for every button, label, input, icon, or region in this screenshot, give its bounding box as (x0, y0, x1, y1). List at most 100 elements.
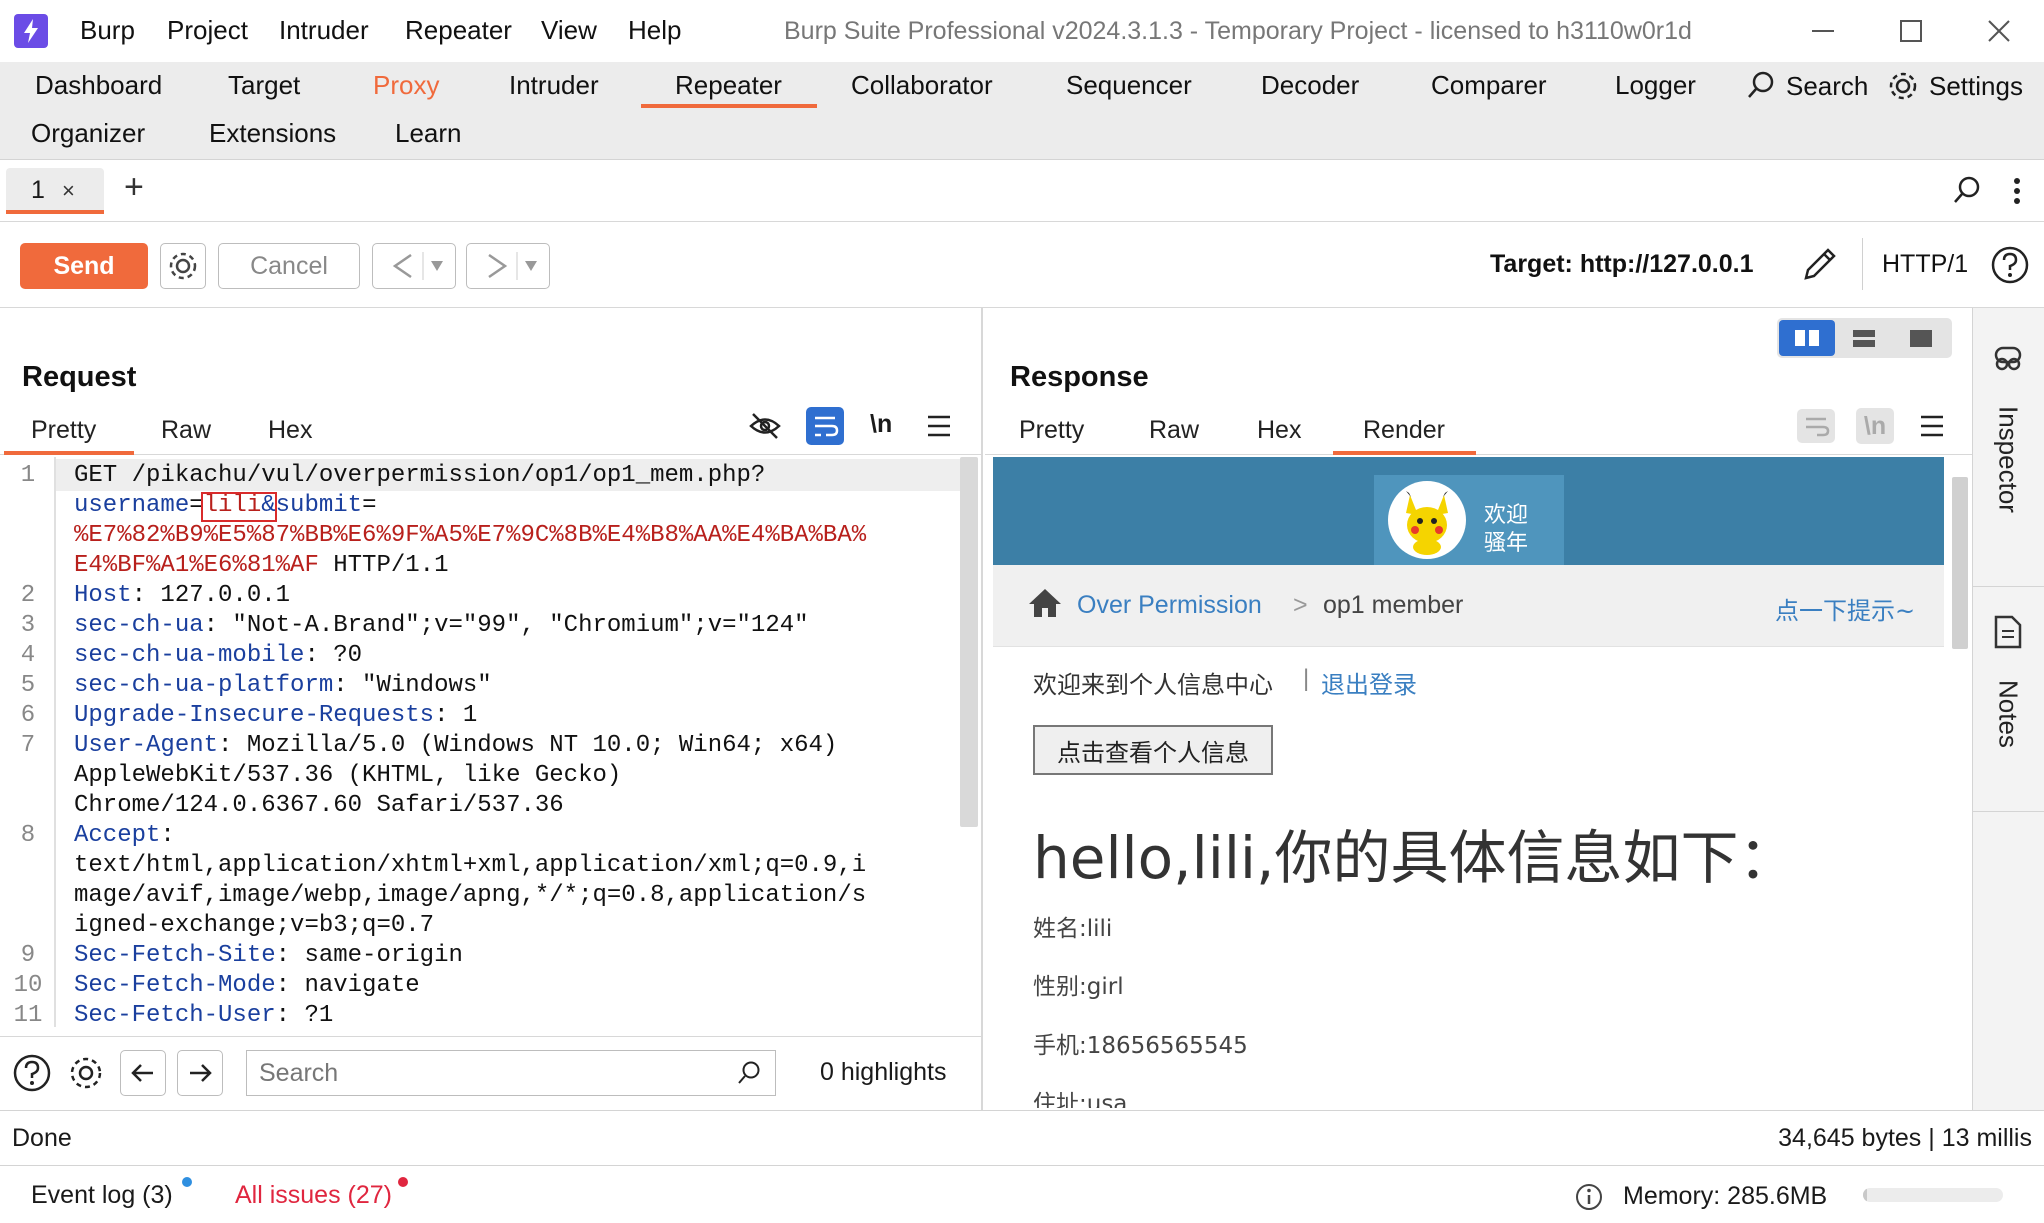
close-tab-icon[interactable]: × (62, 178, 75, 204)
response-newlines-icon[interactable]: \n (1856, 408, 1894, 444)
search-next-button[interactable] (177, 1050, 223, 1096)
request-line[interactable]: AppleWebKit/537.36 (KHTML, like Gecko) (8, 761, 963, 791)
response-wrap-lines-icon[interactable] (1797, 409, 1835, 443)
send-settings-button[interactable] (160, 243, 206, 289)
memory-info-icon[interactable] (1574, 1182, 1604, 1212)
hide-nonprintable-eye-icon[interactable] (748, 409, 782, 443)
tab-logger[interactable]: Logger (1615, 70, 1696, 101)
tab-target[interactable]: Target (228, 70, 300, 101)
help-icon[interactable] (1990, 245, 2030, 285)
tab-collaborator[interactable]: Collaborator (851, 70, 993, 101)
tab-comparer[interactable]: Comparer (1431, 70, 1547, 101)
layout-side-by-side-button[interactable] (1779, 320, 1835, 356)
request-line[interactable]: 10 Sec-Fetch-Mode: navigate (8, 971, 963, 1001)
all-issues-link[interactable]: All issues (27) (235, 1181, 392, 1210)
response-tab-pretty[interactable]: Pretty (1019, 416, 1084, 445)
menu-help[interactable]: Help (628, 15, 681, 46)
request-line[interactable]: 4 sec-ch-ua-mobile: ?0 (8, 641, 963, 671)
inspector-label[interactable]: Inspector (1990, 406, 2026, 546)
request-line[interactable]: 9 Sec-Fetch-Site: same-origin (8, 941, 963, 971)
line-content: User-Agent: Mozilla/5.0 (Windows NT 10.0… (48, 731, 837, 761)
request-tab-raw[interactable]: Raw (161, 416, 211, 445)
response-scrollbar[interactable] (1952, 477, 1968, 649)
breadcrumb-over-permission-link[interactable]: Over Permission (1077, 591, 1262, 620)
request-line[interactable]: 3 sec-ch-ua: "Not-A.Brand";v="99", "Chrom… (8, 611, 963, 641)
menu-project[interactable]: Project (167, 15, 248, 46)
edit-target-pencil-icon[interactable] (1798, 244, 1840, 286)
wrap-lines-icon[interactable] (806, 407, 844, 445)
request-menu-icon[interactable] (926, 414, 952, 438)
maximize-icon[interactable] (1894, 14, 1928, 48)
request-tab-pretty[interactable]: Pretty (31, 416, 96, 445)
request-help-icon[interactable] (12, 1053, 52, 1093)
tab-intruder[interactable]: Intruder (509, 70, 599, 101)
request-settings-gear-icon[interactable] (66, 1053, 106, 1093)
request-line[interactable]: 5 sec-ch-ua-platform: "Windows" (8, 671, 963, 701)
tab-search-icon[interactable] (1952, 175, 1982, 205)
request-line[interactable]: Chrome/124.0.6367.60 Safari/537.36 (8, 791, 963, 821)
tab-learn[interactable]: Learn (395, 118, 462, 149)
repeater-tab-label[interactable]: 1 (31, 176, 45, 205)
view-profile-button[interactable]: 点击查看个人信息 (1033, 725, 1273, 775)
request-line[interactable]: mage/avif,image/webp,image/apng,*/*;q=0.… (8, 881, 963, 911)
home-icon[interactable] (1027, 587, 1063, 619)
response-tab-render[interactable]: Render (1363, 416, 1445, 445)
line-number: 11 (13, 1002, 43, 1029)
tab-dashboard[interactable]: Dashboard (35, 70, 162, 101)
settings-label[interactable]: Settings (1929, 71, 2023, 102)
search-previous-button[interactable] (120, 1050, 166, 1096)
request-line[interactable]: 8 Accept: (8, 821, 963, 851)
request-line[interactable]: 7 User-Agent: Mozilla/5.0 (Windows NT 10.… (8, 731, 963, 761)
show-newlines-icon[interactable]: \n (870, 410, 892, 439)
request-line[interactable]: 6 Upgrade-Insecure-Requests: 1 (8, 701, 963, 731)
request-line[interactable]: 11 Sec-Fetch-User: ?1 (8, 1001, 963, 1031)
response-tab-raw[interactable]: Raw (1149, 416, 1199, 445)
http-version-label[interactable]: HTTP/1 (1882, 250, 1968, 279)
request-search-field[interactable] (247, 1051, 775, 1095)
tab-decoder[interactable]: Decoder (1261, 70, 1359, 101)
minimize-icon[interactable] (1806, 14, 1840, 48)
request-line[interactable]: 1 GET /pikachu/vul/overpermission/op1/op1… (8, 461, 963, 491)
more-options-icon[interactable] (2010, 176, 2024, 206)
repeater-tab-1[interactable] (6, 168, 104, 214)
request-editor[interactable]: 1 GET /pikachu/vul/overpermission/op1/op1… (8, 461, 963, 1031)
inspector-icon[interactable] (1990, 340, 2026, 376)
cancel-button[interactable]: Cancel (218, 243, 360, 289)
request-search-input[interactable] (246, 1050, 776, 1096)
request-tab-hex[interactable]: Hex (268, 416, 312, 445)
close-window-icon[interactable] (1982, 14, 2016, 48)
request-line[interactable]: E4%BF%A1%E6%81%AF HTTP/1.1 (8, 551, 963, 581)
event-log-link[interactable]: Event log (3) (31, 1181, 173, 1210)
settings-gear-icon[interactable] (1886, 69, 1920, 103)
search-label[interactable]: Search (1786, 71, 1868, 102)
layout-stacked-button[interactable] (1836, 320, 1892, 356)
request-line[interactable]: igned-exchange;v=b3;q=0.7 (8, 911, 963, 941)
notes-label[interactable]: Notes (1990, 680, 2026, 770)
response-tab-hex[interactable]: Hex (1257, 416, 1301, 445)
tab-repeater[interactable]: Repeater (675, 70, 782, 101)
forward-history-button[interactable] (466, 243, 550, 289)
logout-link[interactable]: 退出登录 (1321, 665, 1417, 700)
request-line[interactable]: username=lili&submit= (8, 491, 963, 521)
layout-single-button[interactable] (1893, 320, 1949, 356)
request-line[interactable]: text/html,application/xhtml+xml,applicat… (8, 851, 963, 881)
tab-organizer[interactable]: Organizer (31, 118, 145, 149)
request-line[interactable]: %E7%82%B9%E5%87%BB%E6%9F%A5%E7%9C%8B%E4%… (8, 521, 963, 551)
search-icon[interactable] (1746, 70, 1776, 100)
add-tab-icon[interactable]: + (124, 168, 144, 207)
send-button[interactable]: Send (20, 243, 148, 289)
menu-repeater[interactable]: Repeater (405, 15, 512, 46)
tab-proxy[interactable]: Proxy (373, 70, 439, 101)
code-token: : ?1 (275, 1002, 334, 1029)
response-menu-icon[interactable] (1919, 414, 1945, 438)
menu-intruder[interactable]: Intruder (279, 15, 369, 46)
notes-icon[interactable] (1992, 614, 2024, 650)
tab-sequencer[interactable]: Sequencer (1066, 70, 1192, 101)
hint-link[interactable]: 点一下提示~ (1775, 591, 1915, 626)
menu-burp[interactable]: Burp (80, 15, 135, 46)
menu-view[interactable]: View (541, 15, 597, 46)
tab-extensions[interactable]: Extensions (209, 118, 336, 149)
back-history-button[interactable] (372, 243, 456, 289)
request-line[interactable]: 2 Host: 127.0.0.1 (8, 581, 963, 611)
request-scrollbar[interactable] (960, 457, 978, 827)
